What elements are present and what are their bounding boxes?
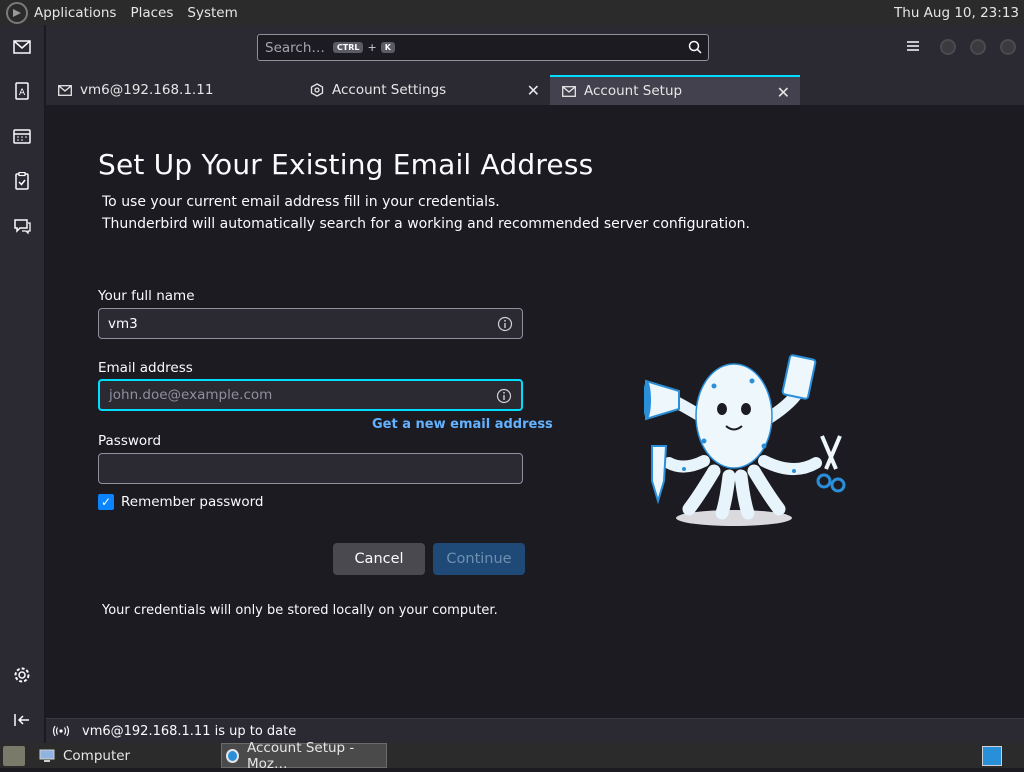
tray-app-icon[interactable] [982, 745, 1002, 766]
address-book-icon[interactable]: A [10, 79, 34, 103]
search-placeholder: Search… [265, 39, 325, 56]
tab-label: Account Settings [332, 82, 447, 98]
tasks-icon[interactable] [10, 169, 34, 193]
mail-space-icon[interactable] [10, 35, 34, 59]
mail-icon [58, 84, 72, 96]
cancel-button[interactable]: Cancel [333, 543, 425, 575]
remember-password-checkbox[interactable]: ✓ [98, 494, 114, 510]
tab-inbox[interactable]: vm6@192.168.1.11 [46, 75, 296, 105]
svg-text:A: A [19, 88, 26, 98]
chat-icon[interactable] [10, 214, 34, 238]
remember-password-label: Remember password [121, 494, 264, 510]
intro-line-1: To use your current email address fill i… [102, 194, 500, 210]
online-status-icon[interactable] [52, 725, 70, 737]
collapse-spaces-icon[interactable] [10, 708, 34, 732]
menu-applications[interactable]: Applications [34, 5, 116, 21]
taskbar-item-account-setup[interactable]: Account Setup - Moz… [221, 740, 388, 772]
close-tab-icon[interactable]: ✕ [527, 81, 540, 100]
continue-button[interactable]: Continue [433, 543, 525, 575]
calendar-icon[interactable] [10, 124, 34, 148]
system-logo-icon[interactable] [6, 1, 28, 24]
unified-toolbar: Search… CTRL + K [46, 25, 1024, 75]
password-field[interactable] [98, 453, 523, 484]
system-top-bar: Applications Places System Thu Aug 10, 2… [0, 0, 1024, 25]
status-text: vm6@192.168.1.11 is up to date [82, 723, 297, 739]
clock[interactable]: Thu Aug 10, 23:13 [894, 5, 1019, 21]
taskbar-item-label: Account Setup - Moz… [247, 739, 355, 772]
shortcut-key-k: K [380, 42, 395, 53]
spaces-toolbar: A [0, 25, 45, 743]
password-label: Password [98, 433, 162, 449]
maximize-button[interactable] [970, 38, 986, 55]
full-name-field[interactable]: vm3 [98, 308, 523, 339]
show-desktop-icon[interactable] [3, 745, 25, 766]
credentials-note: Your credentials will only be stored loc… [102, 603, 498, 618]
global-search-input[interactable]: Search… CTRL + K [257, 34, 709, 61]
taskbar: Computer Account Setup - Moz… [0, 740, 1024, 772]
taskbar-item-computer[interactable]: Computer [39, 743, 206, 768]
close-window-button[interactable] [1000, 38, 1016, 55]
settings-gear-icon[interactable] [10, 663, 34, 687]
app-menu-icon[interactable] [906, 37, 920, 56]
page-title: Set Up Your Existing Email Address [98, 148, 594, 181]
thunderbird-icon [226, 748, 240, 763]
full-name-label: Your full name [98, 288, 195, 304]
menu-places[interactable]: Places [130, 5, 173, 21]
get-new-email-link[interactable]: Get a new email address [372, 417, 553, 432]
mail-icon [562, 85, 576, 97]
menu-system[interactable]: System [187, 5, 237, 21]
status-bar: vm6@192.168.1.11 is up to date [46, 718, 1024, 743]
info-icon[interactable] [497, 316, 513, 336]
email-field[interactable]: john.doe@example.com [98, 379, 523, 411]
tab-label: vm6@192.168.1.11 [80, 82, 214, 98]
shortcut-plus: + [367, 41, 377, 54]
email-placeholder: john.doe@example.com [109, 387, 273, 403]
taskbar-item-label: Computer [63, 747, 131, 764]
settings-hex-icon [310, 83, 324, 97]
tab-account-setup[interactable]: Account Setup ✕ [550, 75, 800, 105]
intro-line-2: Thunderbird will automatically search fo… [102, 216, 750, 232]
search-icon[interactable] [688, 40, 702, 58]
tab-account-settings[interactable]: Account Settings ✕ [298, 75, 550, 105]
octopus-illustration [644, 354, 846, 526]
full-name-value: vm3 [108, 315, 138, 332]
minimize-button[interactable] [940, 38, 956, 55]
tab-label: Account Setup [584, 83, 683, 99]
computer-icon [39, 749, 55, 763]
info-icon[interactable] [496, 388, 512, 408]
tab-bar: vm6@192.168.1.11 Account Settings ✕ Acco… [46, 75, 1024, 105]
close-tab-icon[interactable]: ✕ [777, 83, 790, 102]
shortcut-key-ctrl: CTRL [332, 42, 364, 53]
email-label: Email address [98, 360, 193, 376]
remember-password-row[interactable]: ✓ Remember password [98, 494, 264, 510]
account-setup-page: Set Up Your Existing Email Address To us… [46, 105, 1024, 718]
